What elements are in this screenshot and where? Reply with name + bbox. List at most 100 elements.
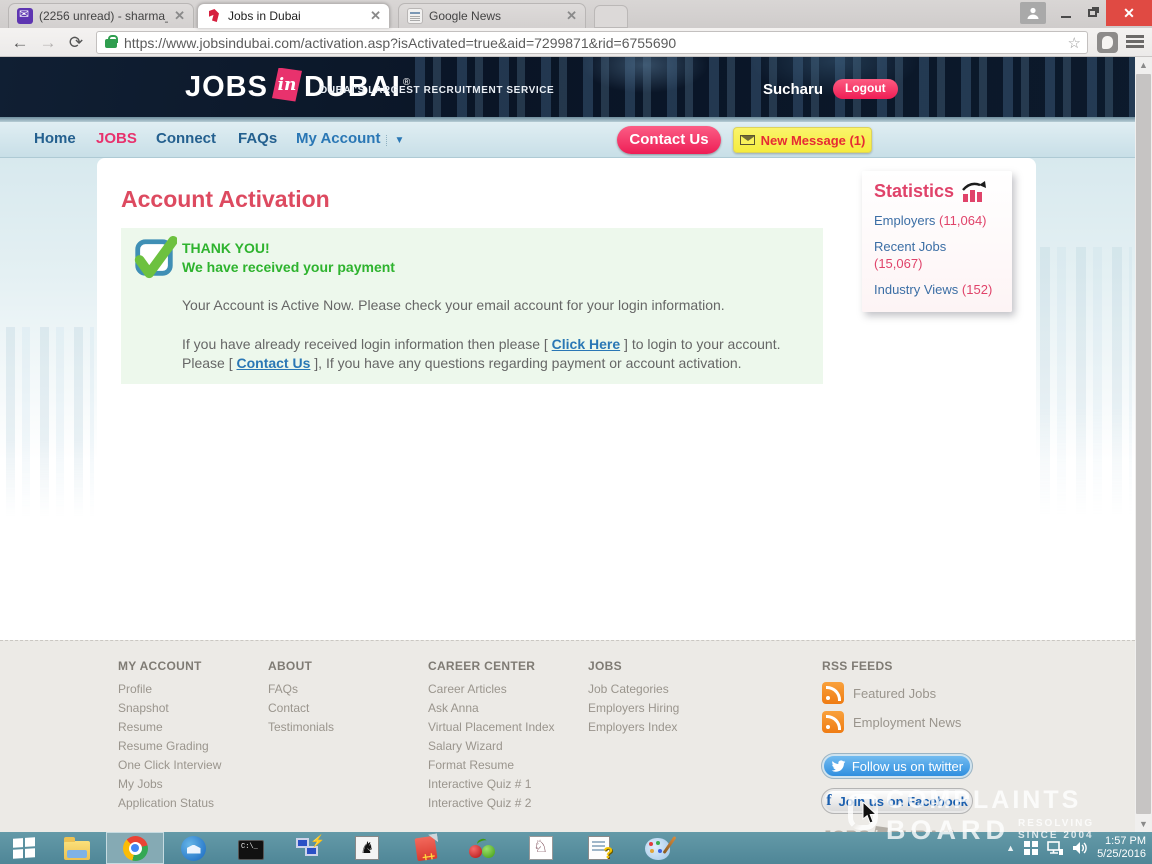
close-icon[interactable]: ✕ — [566, 8, 577, 24]
account-active-text: Your Account is Active Now. Please check… — [182, 297, 802, 313]
footer-link[interactable]: Interactive Quiz # 2 — [428, 796, 555, 810]
browser-profile-button[interactable] — [1020, 2, 1046, 24]
back-button[interactable]: ← — [8, 31, 32, 55]
twitter-button[interactable]: Follow us on twitter — [822, 754, 972, 778]
close-window-button[interactable]: ✕ — [1106, 0, 1152, 26]
taskbar-file-explorer[interactable] — [48, 832, 106, 864]
stat-industry-views[interactable]: Industry Views (152) — [874, 281, 1000, 298]
time: 1:57 PM — [1097, 835, 1146, 848]
scrollbar-thumb[interactable] — [1136, 74, 1151, 814]
secure-padlock-icon[interactable] — [105, 39, 117, 48]
footer-link[interactable]: Salary Wizard — [428, 739, 555, 753]
start-button[interactable] — [0, 832, 48, 864]
click-here-link[interactable]: Click Here — [552, 336, 620, 352]
envelope-icon — [740, 135, 755, 145]
footer-link[interactable]: My Jobs — [118, 777, 221, 791]
rss-employment-news[interactable]: Employment News — [822, 711, 961, 733]
new-message-button[interactable]: New Message (1) — [733, 127, 872, 153]
jobsindubai-favicon — [206, 8, 222, 24]
windows-taskbar: C:\_ ⚡ ▲ 1:57 PM 5/25/2016 — [0, 832, 1152, 864]
tab-google-news[interactable]: Google News ✕ — [398, 3, 586, 28]
url-text[interactable]: https://www.jobsindubai.com/activation.a… — [124, 35, 1064, 51]
scroll-down-icon[interactable]: ▼ — [1135, 816, 1152, 832]
close-icon[interactable]: ✕ — [174, 8, 185, 24]
date: 5/25/2016 — [1097, 848, 1146, 861]
taskbar-chrome[interactable] — [106, 832, 164, 864]
footer-link[interactable]: Profile — [118, 682, 221, 696]
logo-diamond-icon: in — [272, 68, 302, 102]
network-icon[interactable] — [1047, 841, 1063, 855]
thunderbird-icon — [181, 836, 206, 861]
confirmation-panel: THANK YOU! We have received your payment… — [121, 228, 823, 384]
extension-icon[interactable] — [1097, 32, 1118, 53]
stat-recent-jobs[interactable]: Recent Jobs (15,067) — [874, 238, 1000, 272]
nav-item-jobs[interactable]: JOBS — [96, 130, 137, 147]
contact-us-link[interactable]: Contact Us — [236, 355, 310, 371]
taskbar-notes-app[interactable] — [396, 832, 454, 864]
footer-link[interactable]: FAQs — [268, 682, 334, 696]
speaker-icon[interactable] — [1072, 841, 1088, 855]
taskbar-apples-app[interactable] — [454, 832, 512, 864]
mouse-cursor — [862, 802, 878, 824]
footer-link[interactable]: Snapshot — [118, 701, 221, 715]
bar-chart-icon — [960, 181, 986, 202]
facebook-button[interactable]: f Join us on Facebook — [822, 789, 972, 813]
footer-link[interactable]: Resume — [118, 720, 221, 734]
tab-jobs-in-dubai[interactable]: Jobs in Dubai ✕ — [197, 3, 390, 28]
chess-knight-icon — [529, 836, 553, 860]
restore-button[interactable] — [1079, 0, 1106, 26]
close-icon[interactable]: ✕ — [370, 8, 381, 24]
nav-item-home[interactable]: Home — [34, 130, 76, 147]
nav-item-my-account[interactable]: My Account▼ — [296, 130, 404, 147]
taskbar-help-app[interactable] — [570, 832, 628, 864]
facebook-icon: f — [826, 792, 831, 810]
nav-item-faqs[interactable]: FAQs — [238, 130, 277, 147]
taskbar-thunderbird[interactable] — [164, 832, 222, 864]
bookmark-star-icon[interactable]: ☆ — [1068, 34, 1081, 52]
paint-icon — [645, 838, 670, 860]
forward-button[interactable]: → — [36, 31, 60, 55]
taskbar-app-bw[interactable] — [338, 832, 396, 864]
rss-icon — [822, 682, 844, 704]
footer-link[interactable]: Resume Grading — [118, 739, 221, 753]
footer-link[interactable]: Format Resume — [428, 758, 555, 772]
footer-link[interactable]: One Click Interview — [118, 758, 221, 772]
tray-show-hidden-icon[interactable]: ▲ — [1006, 843, 1015, 853]
rss-featured-jobs[interactable]: Featured Jobs — [822, 682, 961, 704]
news-icon — [407, 8, 423, 24]
footer-link[interactable]: Career Articles — [428, 682, 555, 696]
taskbar-paint[interactable] — [628, 832, 686, 864]
taskbar-clock[interactable]: 1:57 PM 5/25/2016 — [1097, 835, 1146, 861]
content-card: Account Activation THANK YOU! We have re… — [97, 158, 1036, 640]
taskbar-remote-desktop[interactable]: ⚡ — [280, 832, 338, 864]
remote-desktop-icon: ⚡ — [296, 836, 322, 860]
new-tab-button[interactable] — [594, 5, 628, 28]
footer-link[interactable]: Virtual Placement Index — [428, 720, 555, 734]
logout-button[interactable]: Logout — [833, 79, 898, 99]
footer-column-rss: RSS FEEDS Featured Jobs Employment News … — [822, 659, 961, 740]
footer-link[interactable]: Job Categories — [588, 682, 679, 696]
browser-menu-icon[interactable] — [1124, 33, 1146, 52]
footer-link[interactable]: Contact — [268, 701, 334, 715]
footer-link[interactable]: Ask Anna — [428, 701, 555, 715]
scroll-up-icon[interactable]: ▲ — [1135, 57, 1152, 73]
footer-link[interactable]: Testimonials — [268, 720, 334, 734]
taskbar-command-prompt[interactable]: C:\_ — [222, 832, 280, 864]
window-controls: ✕ — [1020, 0, 1152, 26]
contact-us-button[interactable]: Contact Us — [617, 126, 721, 154]
site-footer: MY ACCOUNT Profile Snapshot Resume Resum… — [0, 640, 1135, 832]
minimize-button[interactable] — [1052, 0, 1079, 26]
taskbar-chess-app[interactable] — [512, 832, 570, 864]
chevron-down-icon[interactable]: ▼ — [386, 135, 404, 146]
nav-item-connect[interactable]: Connect — [156, 130, 216, 147]
footer-link[interactable]: Employers Hiring — [588, 701, 679, 715]
tab-email[interactable]: (2256 unread) - sharma_s ✕ — [8, 3, 194, 28]
footer-link[interactable]: Interactive Quiz # 1 — [428, 777, 555, 791]
reload-button[interactable]: ⟳ — [64, 31, 88, 55]
stat-employers[interactable]: Employers (11,064) — [874, 212, 1000, 229]
windows-tray-icon[interactable] — [1024, 841, 1038, 855]
page-scrollbar[interactable]: ▲ ▼ — [1135, 57, 1152, 832]
address-bar[interactable]: https://www.jobsindubai.com/activation.a… — [96, 31, 1088, 54]
footer-link[interactable]: Application Status — [118, 796, 221, 810]
footer-link[interactable]: Employers Index — [588, 720, 679, 734]
